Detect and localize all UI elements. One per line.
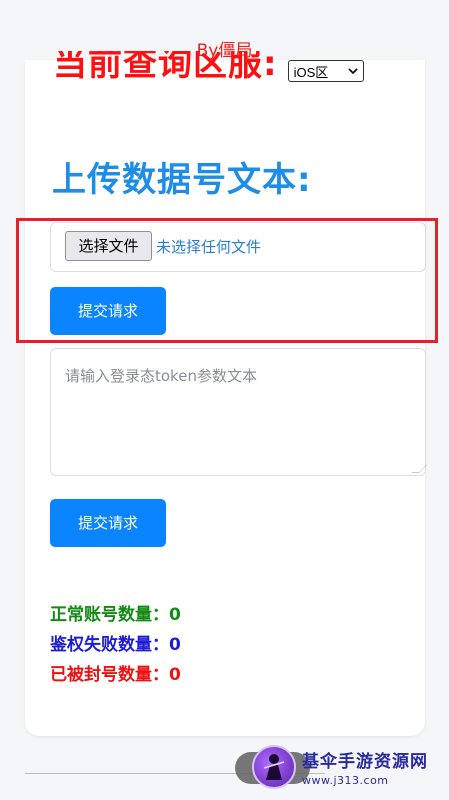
resize-grip-icon[interactable] [411,465,427,473]
region-select-value: iOS区 [293,64,329,80]
watermark: 基伞手游资源网 www.j313.com [252,738,448,796]
stat-banned-count: 已被封号数量：0 [50,665,181,685]
token-placeholder: 请输入登录态token参数文本 [65,367,257,385]
upload-title: 上传数据号文本: [52,160,312,200]
token-textarea[interactable]: 请输入登录态token参数文本 [50,348,427,476]
watermark-name: 基伞手游资源网 [302,752,428,772]
region-row: 当前查询区服: iOS区 [53,50,364,82]
highlight-box [16,218,438,343]
watermark-logo-icon [252,745,296,789]
stat-normal-count: 正常账号数量：0 [50,605,181,625]
region-label: 当前查询区服: [53,51,278,81]
chevron-down-icon [348,67,358,74]
region-select[interactable]: iOS区 [287,60,364,82]
token-submit-button[interactable]: 提交请求 [50,499,166,547]
stat-auth-failed-count: 鉴权失败数量：0 [50,635,181,655]
watermark-url: www.j313.com [302,774,389,787]
